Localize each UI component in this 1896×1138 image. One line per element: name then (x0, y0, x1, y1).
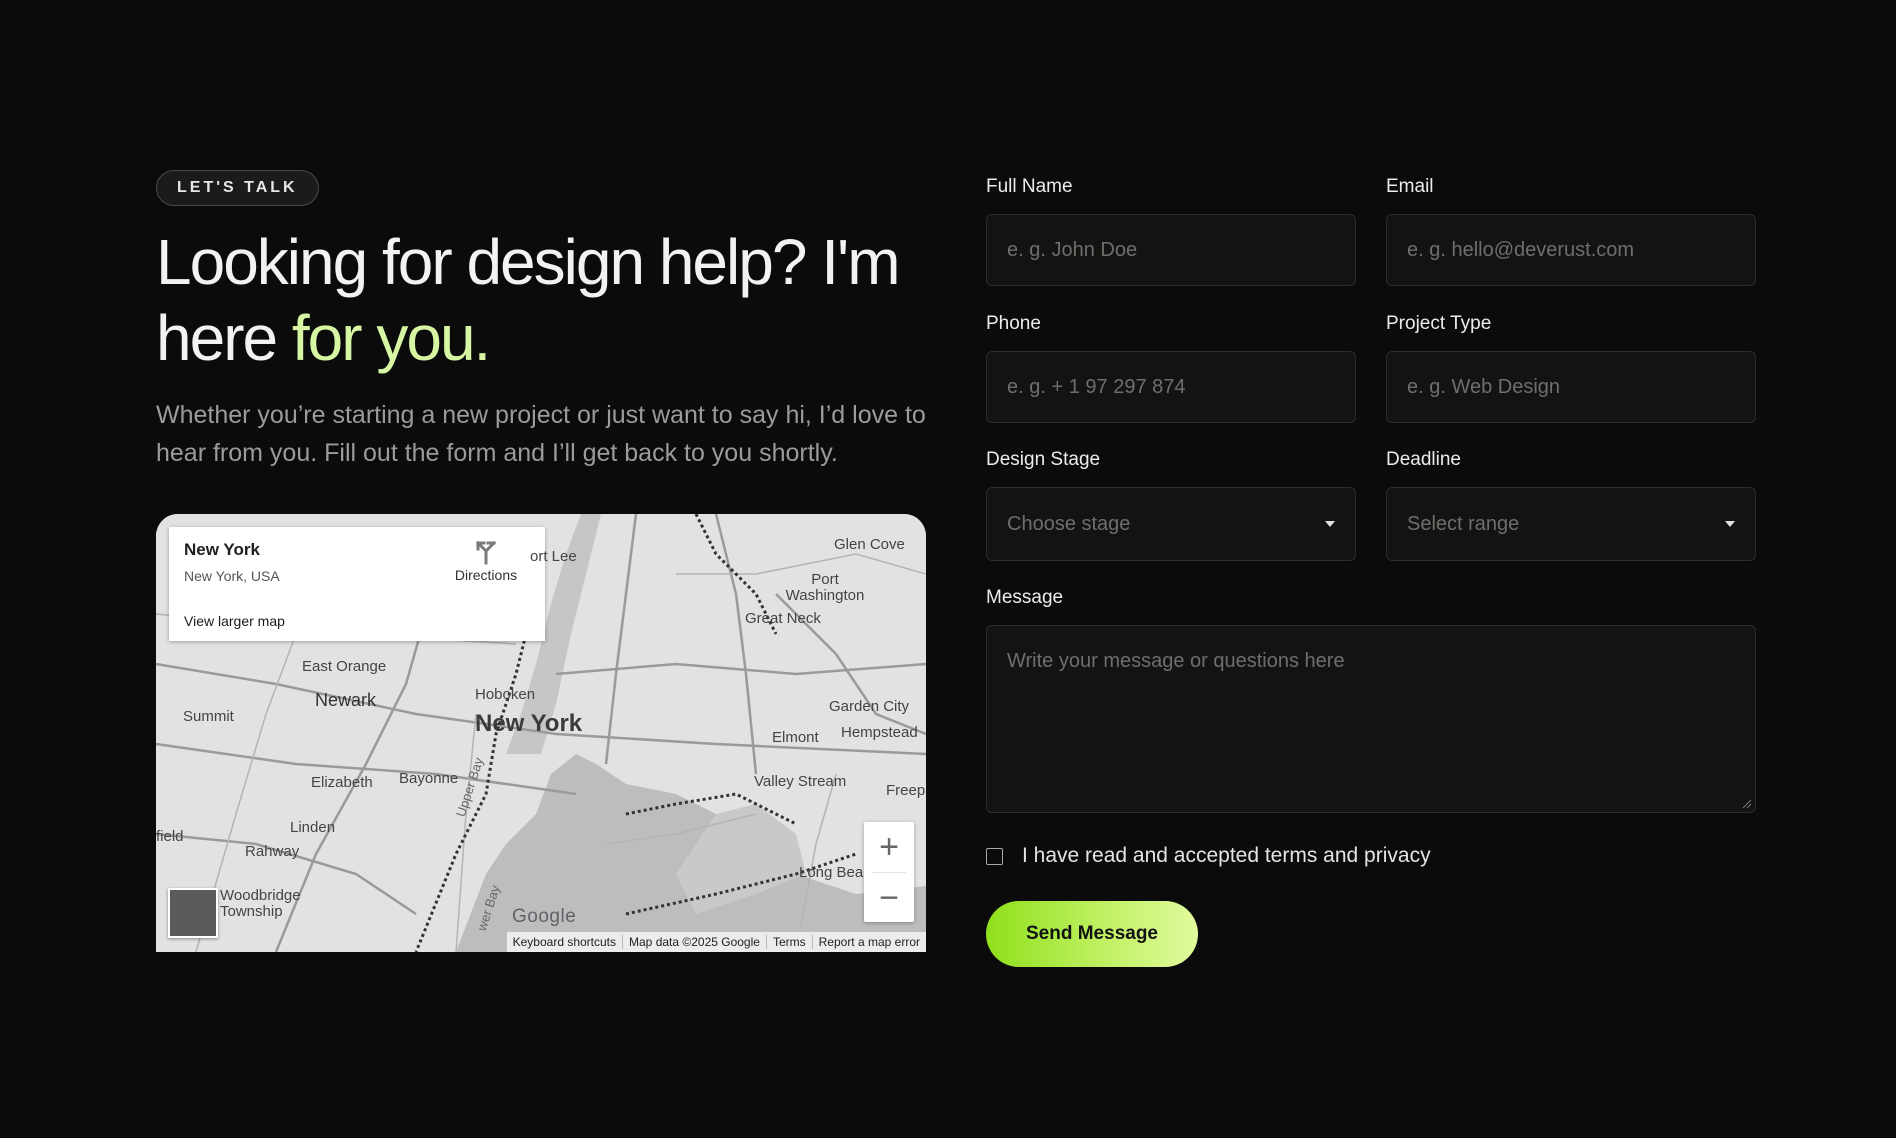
headline-line-1: Looking for design help? I'm (156, 226, 900, 298)
full-name-input[interactable]: e. g. John Doe (986, 214, 1356, 286)
map-label-port-washington: Port Washington (785, 571, 865, 604)
design-stage-select[interactable]: Choose stage (986, 487, 1356, 561)
phone-input[interactable]: e. g. + 1 97 297 874 (986, 351, 1356, 423)
page-title: Looking for design help? I'm here for yo… (156, 224, 926, 376)
email-input[interactable]: e. g. hello@deverust.com (1386, 214, 1756, 286)
keyboard-shortcuts-link[interactable]: Keyboard shortcuts (507, 935, 622, 949)
map-label-elizabeth: Elizabeth (311, 774, 373, 791)
map-label-elmont: Elmont (772, 729, 819, 746)
project-type-input[interactable]: e. g. Web Design (1386, 351, 1756, 423)
intro-paragraph: Whether you’re starting a new project or… (156, 401, 926, 467)
map-label-field: field (156, 828, 184, 845)
deadline-field: Deadline Select range (1386, 449, 1756, 561)
map-label-woodbridge: Woodbridge Township (220, 887, 301, 920)
design-stage-label: Design Stage (986, 449, 1101, 470)
map-label-great-neck: Great Neck (745, 610, 821, 627)
map-attribution-bar: Keyboard shortcuts Map data ©2025 Google… (506, 932, 926, 952)
message-label: Message (986, 587, 1064, 608)
full-name-field: Full Name e. g. John Doe (986, 176, 1356, 286)
message-field: Message Write your message or questions … (986, 587, 1756, 813)
map-label-glen-cove: Glen Cove (834, 536, 905, 553)
headline-accent: for you. (291, 302, 491, 374)
map-label-east-orange: East Orange (302, 658, 387, 675)
map-label-hempstead: Hempstead (841, 724, 918, 741)
section-badge: LET'S TALK (156, 170, 319, 206)
caret-down-icon (1325, 521, 1335, 527)
map-label-garden-city: Garden City (829, 698, 910, 715)
map-label-summit: Summit (183, 708, 234, 725)
directions-label: Directions (454, 567, 518, 583)
message-placeholder: Write your message or questions here (1007, 650, 1345, 672)
map-label-rahway: Rahway (245, 843, 300, 860)
deadline-label: Deadline (1386, 449, 1461, 470)
zoom-out-button[interactable]: − (864, 873, 914, 923)
directions-button[interactable]: Directions (451, 539, 521, 583)
map-label-fort-lee: ort Lee (530, 548, 577, 565)
directions-icon (475, 540, 497, 565)
resize-handle-icon[interactable] (1742, 799, 1752, 809)
phone-label: Phone (986, 313, 1041, 334)
full-name-label: Full Name (986, 176, 1073, 197)
phone-field: Phone e. g. + 1 97 297 874 (986, 313, 1356, 423)
map-label-bayonne: Bayonne (399, 770, 459, 787)
zoom-in-button[interactable]: + (864, 822, 914, 872)
place-info-card: New York New York, USA View larger map D… (169, 527, 545, 641)
map-label-long-beach: Long Beac (799, 864, 871, 881)
email-label: Email (1386, 176, 1434, 197)
map-city-label: New York (475, 710, 583, 737)
place-title: New York (184, 540, 260, 559)
email-field: Email e. g. hello@deverust.com (1386, 176, 1756, 286)
report-map-error-link[interactable]: Report a map error (811, 935, 926, 949)
zoom-controls: + − (864, 822, 914, 922)
embedded-map[interactable]: New York New York, USA View larger map D… (156, 514, 926, 952)
caret-down-icon (1725, 521, 1735, 527)
send-message-button[interactable]: Send Message (986, 901, 1198, 967)
design-stage-value: Choose stage (1007, 512, 1131, 535)
message-textarea[interactable]: Write your message or questions here (986, 625, 1756, 813)
project-type-label: Project Type (1386, 313, 1492, 334)
terms-label: I have read and accepted terms and priva… (1022, 844, 1431, 867)
satellite-toggle-thumbnail[interactable] (168, 888, 218, 938)
hero: LET'S TALK Looking for design help? I'm … (156, 170, 926, 472)
view-larger-map-link[interactable]: View larger map (184, 613, 285, 629)
terms-link[interactable]: Terms (765, 935, 812, 949)
terms-checkbox[interactable] (986, 847, 1003, 865)
map-label-newark: Newark (315, 690, 377, 710)
design-stage-field: Design Stage Choose stage (986, 449, 1356, 561)
map-label-valley-stream: Valley Stream (754, 773, 847, 790)
deadline-value: Select range (1407, 512, 1520, 535)
place-subtitle: New York, USA (184, 568, 280, 584)
project-type-field: Project Type e. g. Web Design (1386, 313, 1756, 423)
google-logo: Google (512, 906, 577, 927)
map-data-text: Map data ©2025 Google (622, 935, 766, 949)
terms-consent: I have read and accepted terms and priva… (986, 844, 1431, 868)
map-label-hoboken: Hoboken (475, 686, 536, 703)
headline-plain: here (156, 302, 278, 374)
map-label-freeport: Freep (886, 782, 926, 799)
map-label-linden: Linden (290, 819, 336, 836)
deadline-select[interactable]: Select range (1386, 487, 1756, 561)
